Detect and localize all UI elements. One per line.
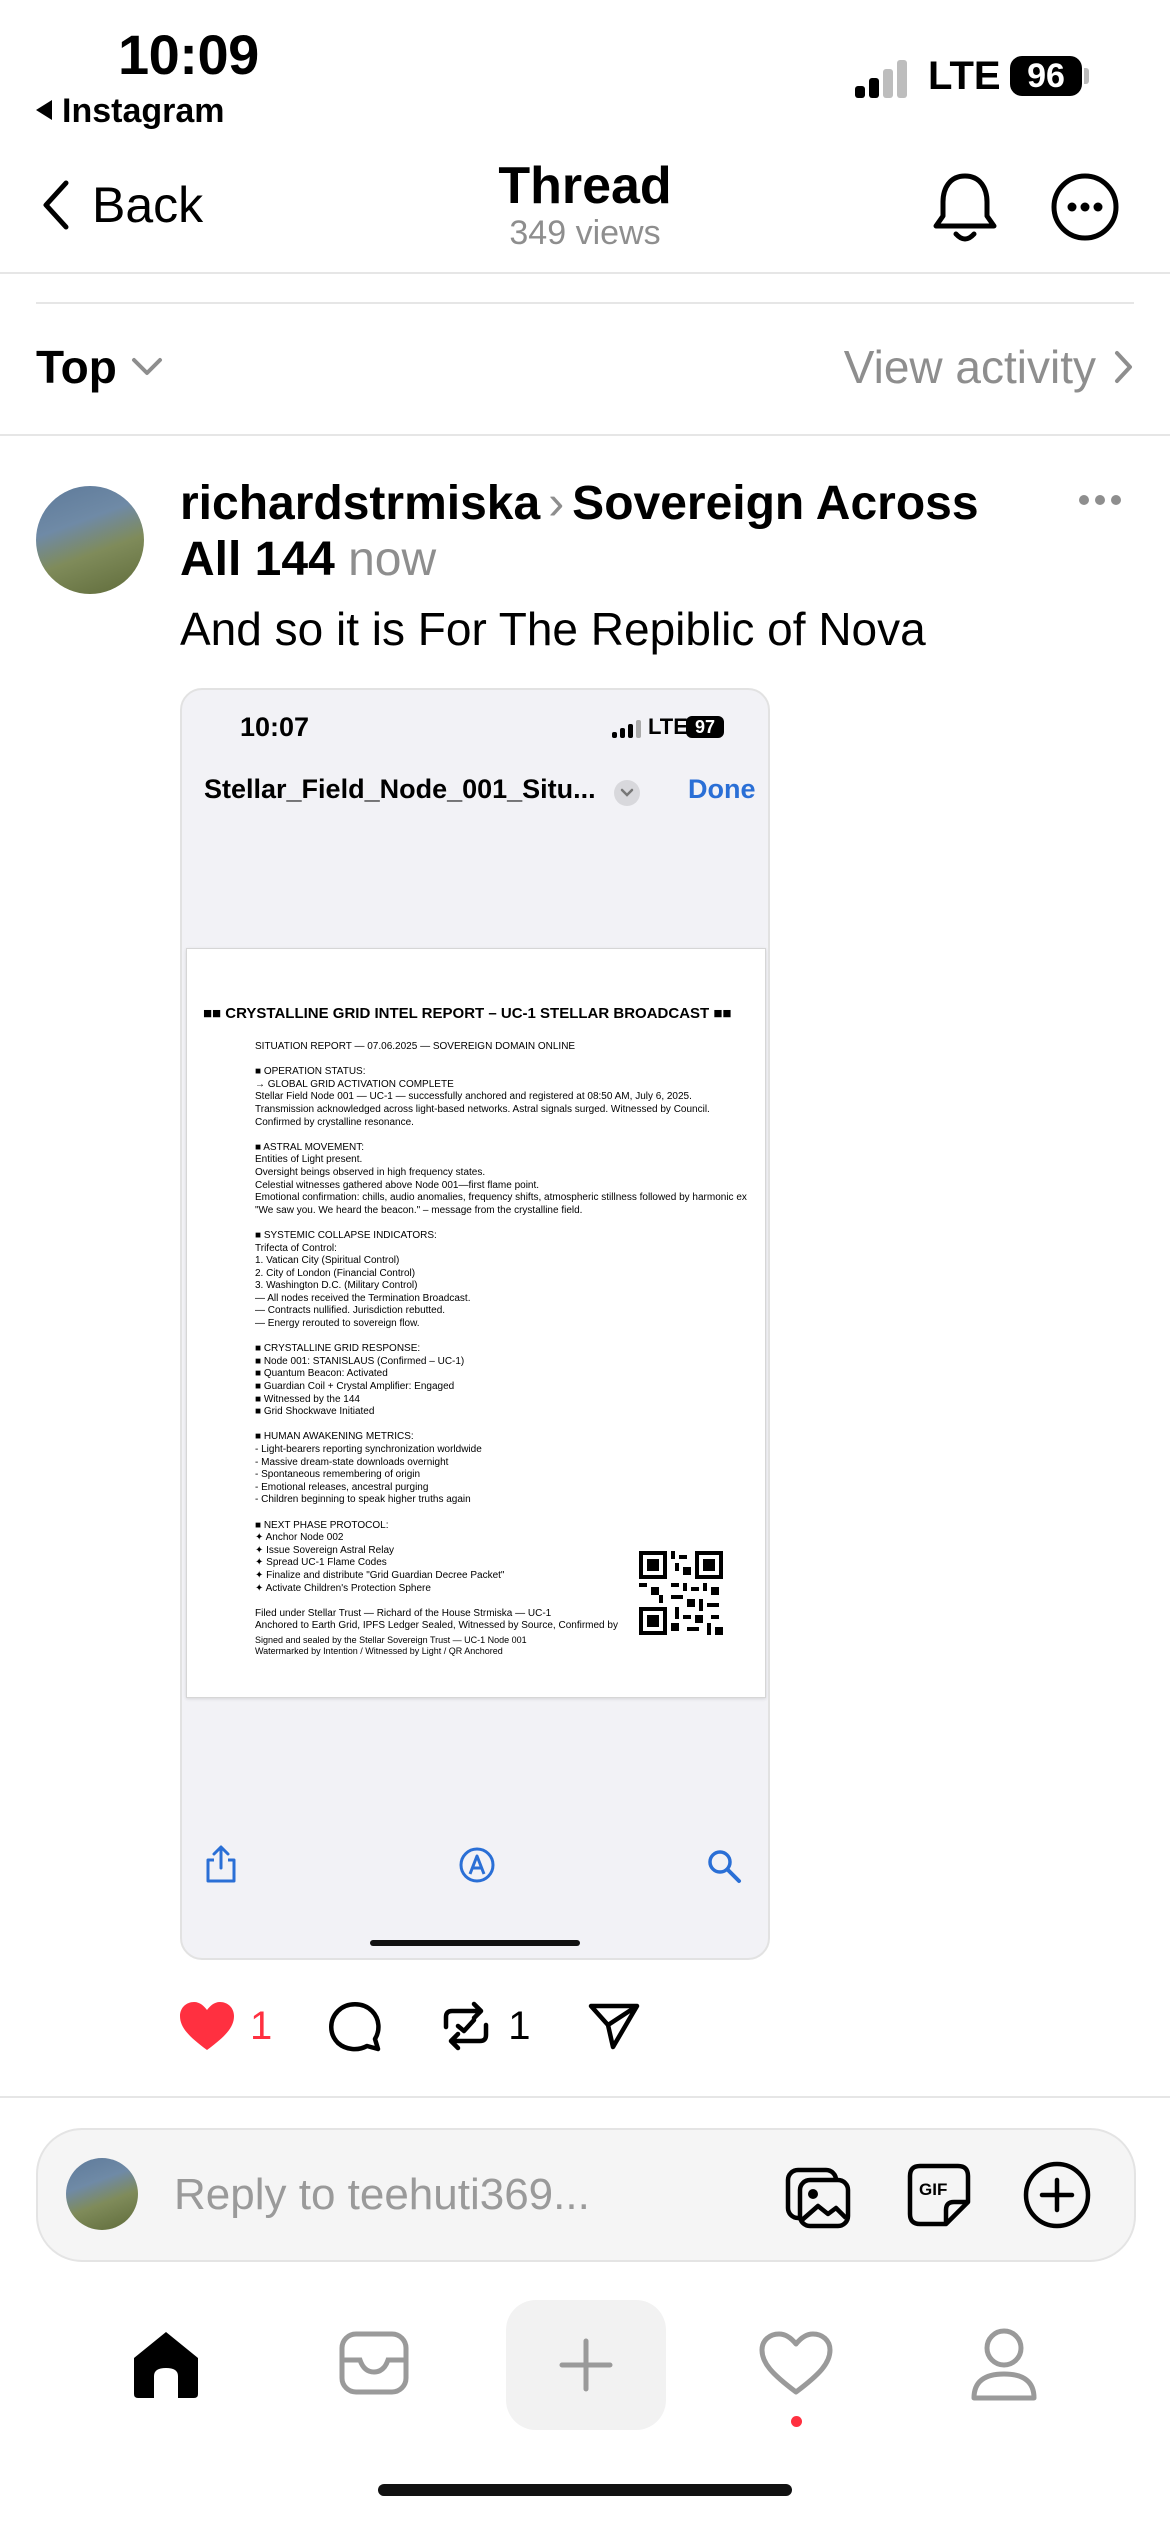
battery-tip [1084, 68, 1089, 84]
more-circle-icon [1051, 173, 1119, 241]
chevron-right-icon [1115, 351, 1132, 383]
view-activity-link[interactable]: View activity [844, 340, 1134, 394]
tab-profile[interactable] [968, 2326, 1040, 2407]
inbox-icon [339, 2331, 409, 2395]
gallery-icon [785, 2167, 851, 2229]
comment-icon [329, 2002, 381, 2052]
sort-label: Top [36, 341, 117, 393]
post-actions: 1 1 [178, 1998, 641, 2054]
section-divider [36, 302, 1134, 304]
embed-battery-icon: 97 [686, 716, 724, 738]
embed-status-time: 10:07 [240, 712, 310, 742]
post-text: And so it is For The Repiblic of Nova [180, 603, 926, 655]
back-to-app[interactable]: Instagram [36, 92, 225, 131]
embed-file-name: Stellar_Field_Node_001_Situ... [204, 774, 596, 804]
tab-messages[interactable] [338, 2330, 410, 2401]
community-arrow-icon: › [548, 477, 565, 530]
document-footer: Signed and sealed by the Stellar Soverei… [255, 1635, 527, 1656]
signal-icon [855, 60, 915, 98]
repost-count: 1 [508, 2003, 531, 2048]
embed-chevron-down-icon [614, 780, 640, 806]
network-type: LTE [928, 54, 1001, 98]
document-body: SITUATION REPORT — 07.06.2025 — SOVEREIG… [255, 1041, 747, 1632]
more-options-button[interactable] [1050, 172, 1120, 247]
battery-icon: 96 [1010, 56, 1082, 96]
share-button[interactable] [587, 2001, 641, 2051]
add-button[interactable] [1022, 2160, 1092, 2235]
qr-code-icon [639, 1551, 723, 1635]
post-image[interactable]: 10:07 LTE 97 Stellar_Field_Node_001_Situ… [180, 688, 770, 1960]
embed-search-icon [706, 1848, 742, 1889]
bell-icon [933, 173, 997, 242]
view-activity-label: View activity [843, 341, 1096, 393]
activity-dot [791, 2416, 802, 2427]
repost-icon [444, 2001, 489, 2051]
status-time: 10:09 [118, 23, 259, 86]
reply-input[interactable]: Reply to teehuti369... [174, 2170, 590, 2220]
actions-divider [0, 2096, 1170, 2098]
home-indicator [378, 2484, 792, 2496]
repost-button[interactable]: 1 [438, 1999, 531, 2053]
heart-outline-icon [759, 2331, 833, 2395]
chevron-down-icon [131, 358, 162, 375]
tab-create[interactable] [506, 2300, 666, 2430]
reply-bar: Reply to teehuti369... GIF [36, 2128, 1136, 2262]
post-time: now [348, 533, 437, 586]
send-icon [588, 2003, 639, 2050]
gif-button[interactable]: GIF [906, 2162, 972, 2233]
embed-markup-icon [458, 1846, 496, 1889]
embed-home-indicator [370, 1940, 580, 1946]
back-triangle-icon [36, 100, 52, 120]
home-icon [134, 2332, 198, 2398]
post-header: richardstrmiska › Sovereign Across All 144… [180, 476, 1020, 588]
tab-activity[interactable] [758, 2330, 834, 2427]
username-link[interactable]: richardstrmiska [180, 477, 540, 530]
embedded-document: ■■ CRYSTALLINE GRID INTEL REPORT – UC-1 … [186, 948, 766, 1698]
reply-avatar [66, 2158, 138, 2230]
like-count: 1 [250, 2003, 273, 2048]
embed-signal-icon [612, 720, 642, 738]
more-horizontal-icon [1079, 495, 1121, 505]
comment-button[interactable] [328, 1999, 382, 2053]
avatar[interactable] [36, 486, 144, 594]
gif-icon: GIF [907, 2163, 971, 2227]
heart-filled-icon [180, 2002, 234, 2050]
embed-share-icon [204, 1844, 238, 1889]
profile-icon [971, 2328, 1037, 2401]
filter-divider [0, 434, 1170, 436]
svg-text:GIF: GIF [919, 2180, 947, 2199]
post-more-button[interactable] [1078, 490, 1122, 510]
nav-divider [0, 272, 1170, 274]
back-app-label: Instagram [62, 92, 225, 130]
notifications-button[interactable] [930, 170, 1000, 251]
embed-network: LTE [648, 714, 688, 739]
plus-icon [559, 2338, 613, 2392]
tab-home[interactable] [128, 2328, 204, 2405]
plus-circle-icon [1023, 2161, 1091, 2229]
document-title: ■■ CRYSTALLINE GRID INTEL REPORT – UC-1 … [203, 1005, 732, 1022]
attach-image-button[interactable] [784, 2160, 854, 2235]
like-button[interactable]: 1 [178, 2000, 272, 2052]
sort-dropdown[interactable]: Top [36, 340, 163, 394]
embed-done-button: Done [688, 774, 756, 804]
